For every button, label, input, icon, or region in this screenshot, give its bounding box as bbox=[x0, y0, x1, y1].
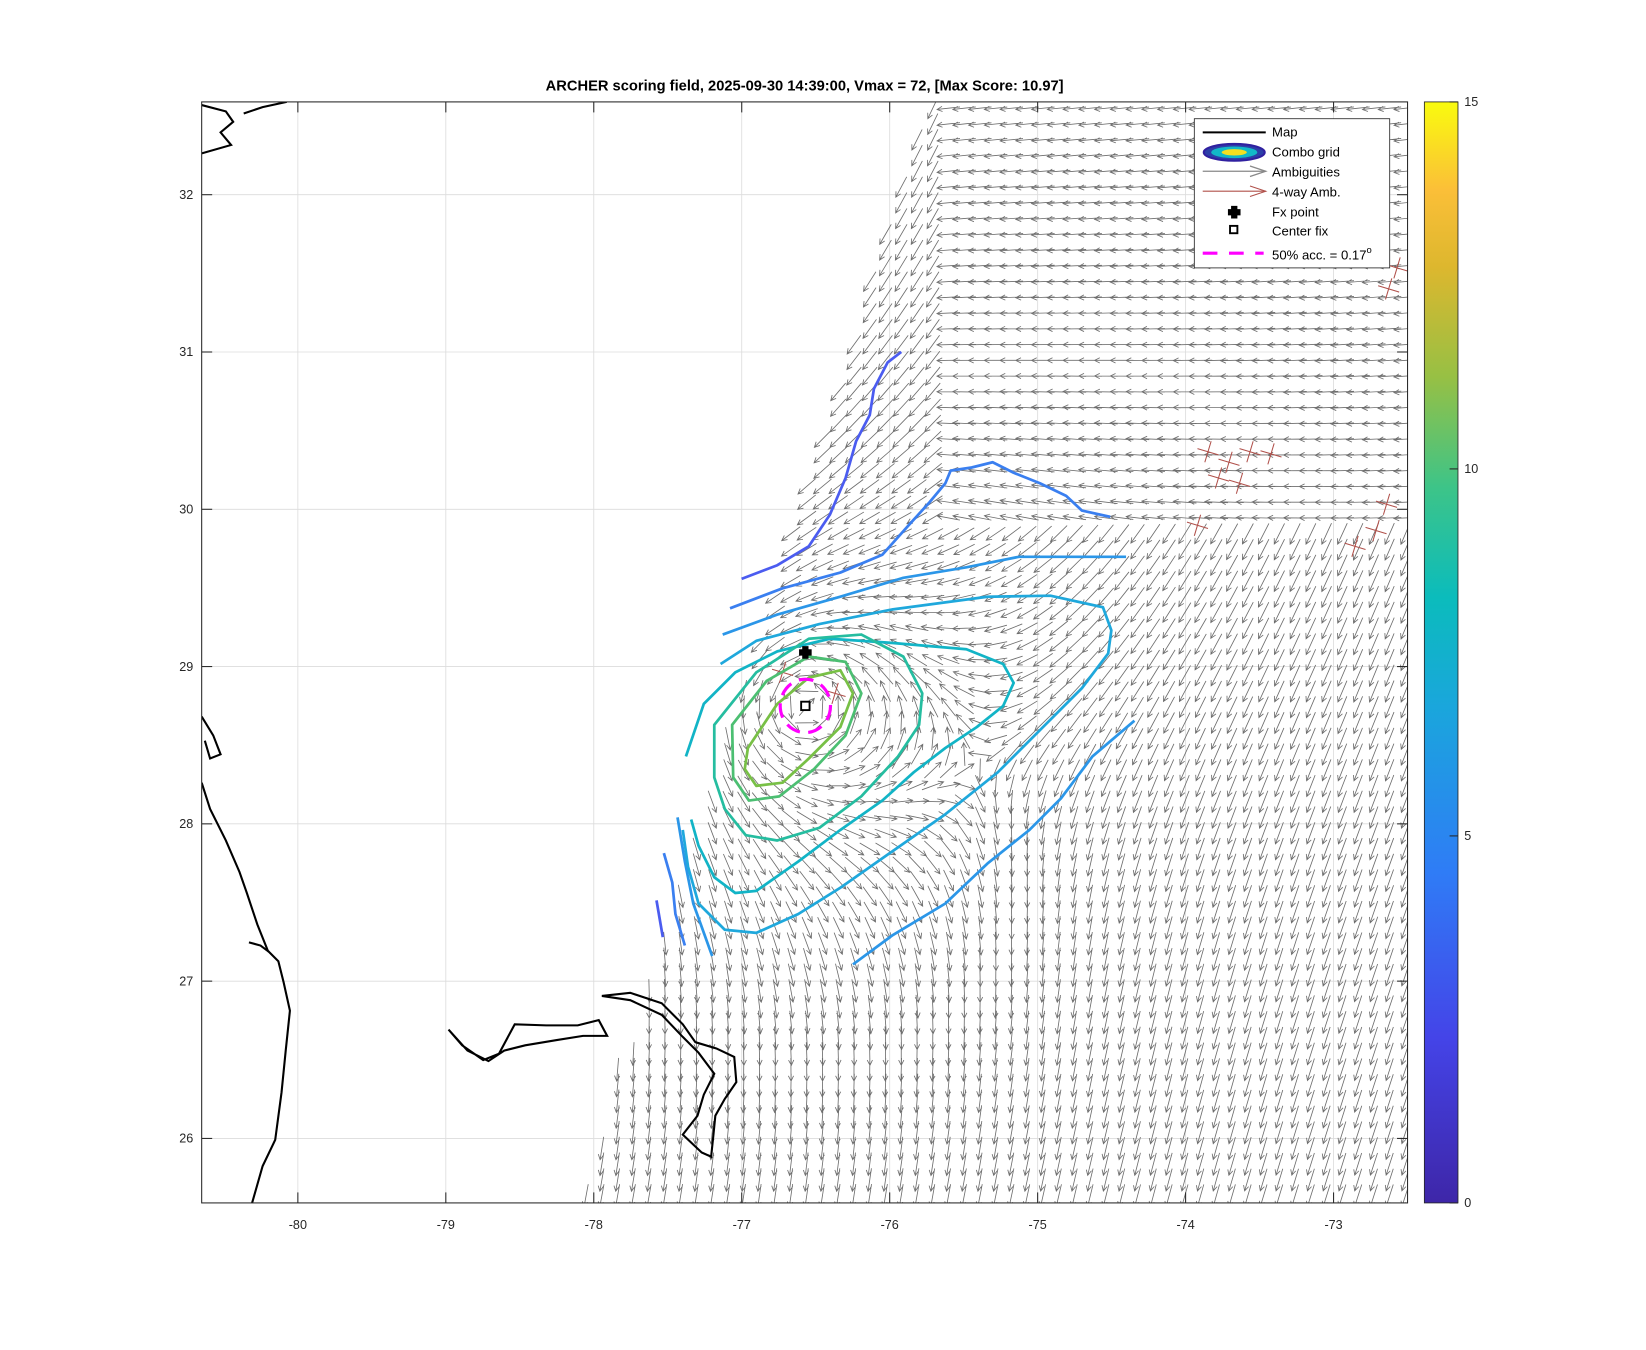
coast-florida-lake bbox=[201, 715, 222, 760]
colorbar-tick-label: 0 bbox=[1464, 1196, 1471, 1210]
legend-center-fix-icon bbox=[1229, 224, 1239, 235]
colorbar-tick-label: 5 bbox=[1464, 829, 1471, 843]
coast-grand-bahama bbox=[447, 1018, 609, 1063]
y-tick-label: 30 bbox=[179, 502, 193, 516]
y-tick-label: 31 bbox=[179, 345, 193, 359]
y-tick-label: 32 bbox=[179, 188, 193, 202]
legend-center-fix: Center fix bbox=[1272, 223, 1329, 238]
legend-combo-swatch bbox=[1202, 142, 1266, 162]
contour-line bbox=[655, 900, 665, 938]
colorbar-tick-label: 15 bbox=[1464, 95, 1478, 109]
y-tick-label: 28 bbox=[179, 817, 193, 831]
x-tick-label: -79 bbox=[437, 1218, 455, 1232]
y-tick-label: 26 bbox=[179, 1132, 193, 1146]
colorbar-tick-label: 10 bbox=[1464, 462, 1478, 476]
contour-line bbox=[741, 350, 903, 581]
x-tick-label: -80 bbox=[289, 1218, 307, 1232]
coastlines bbox=[201, 101, 738, 1203]
x-tick-label: -76 bbox=[881, 1218, 899, 1232]
legend-combo-grid: Combo grid bbox=[1272, 145, 1340, 160]
center-fix-marker bbox=[800, 700, 811, 712]
degree-mark: o bbox=[1367, 245, 1372, 256]
coast-florida bbox=[201, 782, 291, 1203]
legend-acc50: 50% acc. = 0.17o bbox=[1272, 245, 1372, 262]
score-contours bbox=[655, 350, 1136, 966]
chart-title: ARCHER scoring field, 2025-09-30 14:39:0… bbox=[546, 78, 1064, 94]
x-tick-label: -77 bbox=[733, 1218, 751, 1232]
y-tick-label: 27 bbox=[179, 974, 193, 988]
legend-acc50-label: 50% acc. = 0.17 bbox=[1272, 247, 1366, 262]
y-tick-label: 29 bbox=[179, 660, 193, 674]
legend-four-way: 4-way Amb. bbox=[1272, 184, 1341, 199]
legend-fx-point: Fx point bbox=[1272, 204, 1319, 219]
legend-map: Map bbox=[1272, 125, 1298, 140]
legend: Map Combo grid Ambiguities 4-way Amb. Fx… bbox=[1193, 118, 1391, 269]
legend-ambiguities: Ambiguities bbox=[1272, 164, 1340, 179]
contour-line bbox=[712, 633, 924, 842]
x-tick-label: -74 bbox=[1177, 1218, 1195, 1232]
x-tick-label: -78 bbox=[585, 1218, 603, 1232]
colorbar bbox=[1423, 101, 1459, 1204]
x-tick-label: -73 bbox=[1324, 1218, 1342, 1232]
coast-carolina bbox=[201, 104, 235, 155]
coast-abaco bbox=[601, 991, 738, 1159]
coast-carolina-2 bbox=[243, 101, 287, 115]
archer-scoring-plot: ARCHER scoring field, 2025-09-30 14:39:0… bbox=[179, 78, 1478, 1232]
x-tick-label: -75 bbox=[1029, 1218, 1047, 1232]
